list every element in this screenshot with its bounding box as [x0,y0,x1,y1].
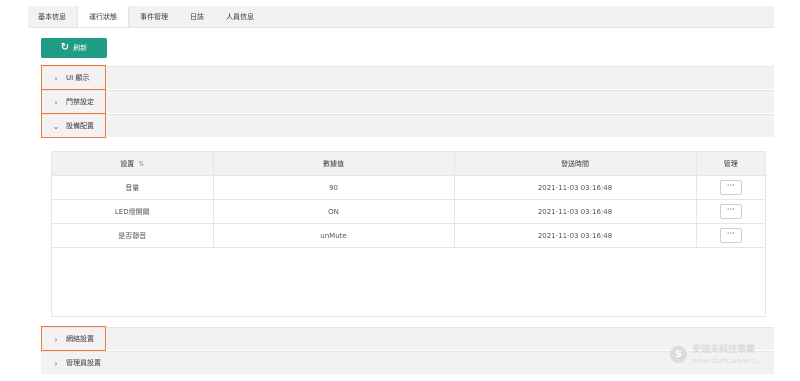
chevron-right-icon: › [54,73,58,83]
chevron-right-icon: › [54,358,58,368]
cell-value: 90 [213,175,455,200]
tab-log[interactable]: 日誌 [179,6,215,27]
cell-setting: LED燈開關 [52,199,214,224]
chevron-right-icon: › [54,334,58,344]
sort-icon[interactable]: ⇅ [138,160,144,168]
tab-basic-info[interactable]: 基本信息 [28,6,77,27]
tab-running-status[interactable]: 運行狀態 [77,6,129,27]
cell-manage: ··· [696,175,765,200]
panel-admin-settings-label: 管理員設置 [66,359,101,367]
table-row: 音量 90 2021-11-03 03:16:48 ··· [52,175,765,200]
watermark-line1: 安瑞夫科技事業 [692,345,756,355]
column-header-value: 數據值 [213,152,455,176]
cell-manage: ··· [696,223,765,248]
tab-event-management[interactable]: 事件管理 [129,6,179,27]
panel-device-config[interactable]: ⌄ 設備配置 [41,114,774,137]
panel-ui-display-label: UI 顯示 [66,74,90,82]
cell-value: ON [213,199,455,224]
watermark-logo-icon: S [670,346,687,363]
device-config-table: 設置 ⇅ 數據值 發送時間 管理 音量 90 2021-11-03 03:16:4… [51,151,766,317]
more-button[interactable]: ··· [719,228,742,243]
tab-bar: 基本信息 運行狀態 事件管理 日誌 人員信息 [28,6,774,28]
more-button[interactable]: ··· [719,204,742,219]
cell-sent-time: 2021-11-03 03:16:48 [454,199,697,224]
cell-value: unMute [213,223,455,248]
cell-manage: ··· [696,199,765,224]
tab-personnel-info[interactable]: 人員信息 [215,6,265,27]
cell-setting: 是否靜音 [52,223,214,248]
table-header-row: 設置 ⇅ 數據值 發送時間 管理 [52,152,765,176]
cell-setting: 音量 [52,175,214,200]
watermark-line2: www.stuffcaiwan.c... [692,357,764,365]
chevron-right-icon: › [54,97,58,107]
column-header-manage: 管理 [696,152,765,176]
panel-network-settings-label: 網絡設置 [66,335,94,343]
refresh-button[interactable]: ↻ 刷新 [41,38,107,58]
refresh-icon: ↻ [60,42,70,53]
panel-ui-display[interactable]: › UI 顯示 [41,66,774,89]
table-row: LED燈開關 ON 2021-11-03 03:16:48 ··· [52,199,765,224]
refresh-label: 刷新 [73,44,88,52]
more-button[interactable]: ··· [719,180,742,195]
panel-device-config-label: 設備配置 [66,122,94,130]
panel-door-settings[interactable]: › 門禁設定 [41,90,774,113]
panel-door-settings-label: 門禁設定 [66,98,94,106]
cell-sent-time: 2021-11-03 03:16:48 [454,175,697,200]
panel-admin-settings[interactable]: › 管理員設置 [41,351,774,374]
column-header-setting[interactable]: 設置 ⇅ [52,152,214,176]
panel-network-settings[interactable]: › 網絡設置 [41,327,774,350]
table-row: 是否靜音 unMute 2021-11-03 03:16:48 ··· [52,223,765,248]
column-header-sent-time: 發送時間 [454,152,697,176]
cell-sent-time: 2021-11-03 03:16:48 [454,223,697,248]
chevron-down-icon: ⌄ [52,121,60,131]
